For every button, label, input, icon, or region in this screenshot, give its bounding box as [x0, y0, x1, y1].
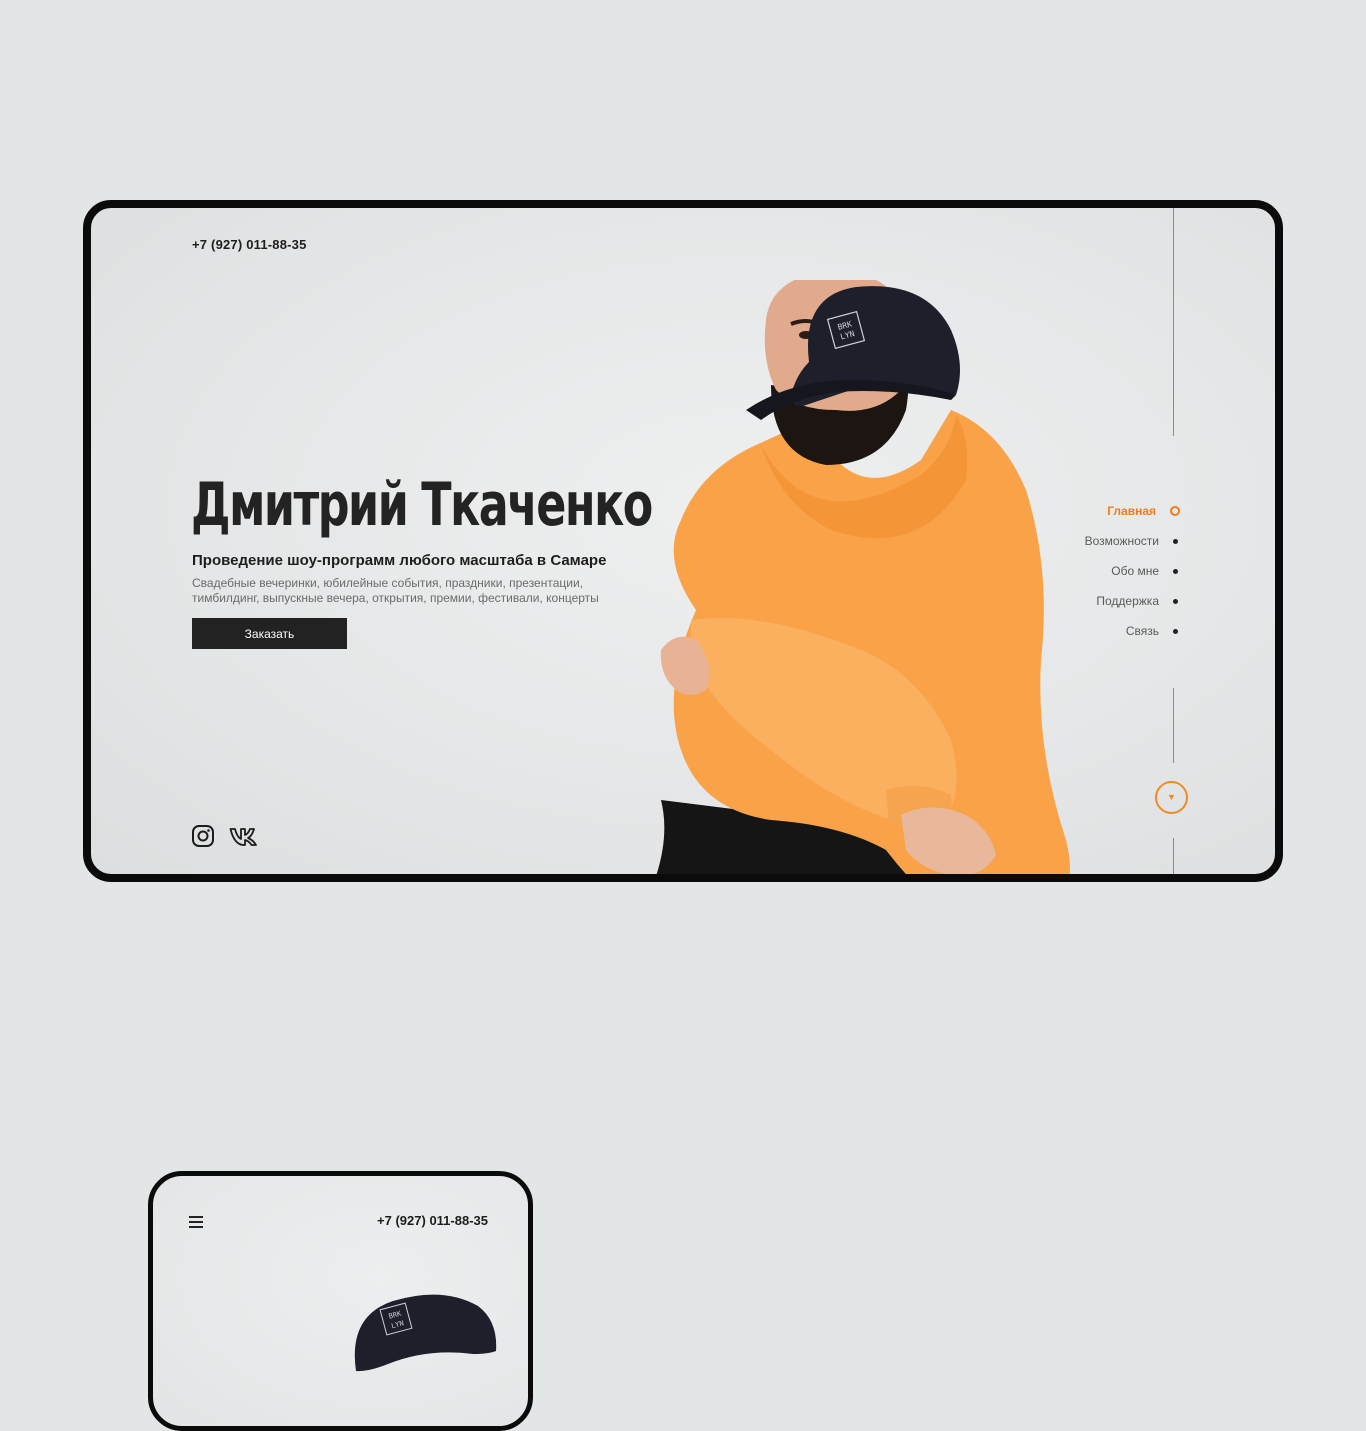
nav-item-contact[interactable]: Связь: [1085, 616, 1180, 646]
nav-dot: [1173, 598, 1178, 604]
phone-number[interactable]: +7 (927) 011-88-35: [192, 237, 307, 252]
nav-item-support[interactable]: Поддержка: [1085, 586, 1180, 616]
page-title: Дмитрий Ткаченко: [191, 470, 653, 540]
nav-dot: [1173, 628, 1178, 634]
nav-dot: [1173, 568, 1178, 574]
desktop-mockup: +7 (927) 011-88-35 BRK LYN Дмитрий Ткаче…: [83, 200, 1283, 882]
scroll-down-button[interactable]: ▼: [1155, 781, 1188, 814]
side-navigation: Главная Возможности Обо мне Поддержка Св…: [1085, 496, 1180, 646]
hamburger-icon[interactable]: [189, 1216, 203, 1231]
mobile-mockup: +7 (927) 011-88-35 BRK LYN: [148, 1171, 533, 1431]
page-subtitle: Проведение шоу-программ любого масштаба …: [192, 552, 607, 569]
nav-divider-top: [1173, 208, 1174, 436]
mobile-person-photo: BRK LYN: [354, 1294, 497, 1372]
nav-dot-active: [1170, 506, 1180, 516]
mobile-phone-number[interactable]: +7 (927) 011-88-35: [377, 1213, 488, 1228]
nav-dot: [1173, 538, 1178, 544]
nav-item-home[interactable]: Главная: [1085, 496, 1180, 526]
page-description: Свадебные вечеринки, юбилейные события, …: [192, 576, 599, 605]
vk-icon[interactable]: [229, 826, 261, 846]
chevron-down-icon: ▼: [1167, 792, 1176, 802]
order-button[interactable]: Заказать: [192, 618, 347, 649]
person-photo: BRK LYN: [656, 280, 1070, 874]
nav-item-features[interactable]: Возможности: [1085, 526, 1180, 556]
instagram-icon[interactable]: [191, 824, 215, 848]
nav-divider-middle: [1173, 688, 1174, 763]
social-links: [191, 824, 261, 848]
nav-item-about[interactable]: Обо мне: [1085, 556, 1180, 586]
nav-divider-bottom: [1173, 838, 1174, 874]
